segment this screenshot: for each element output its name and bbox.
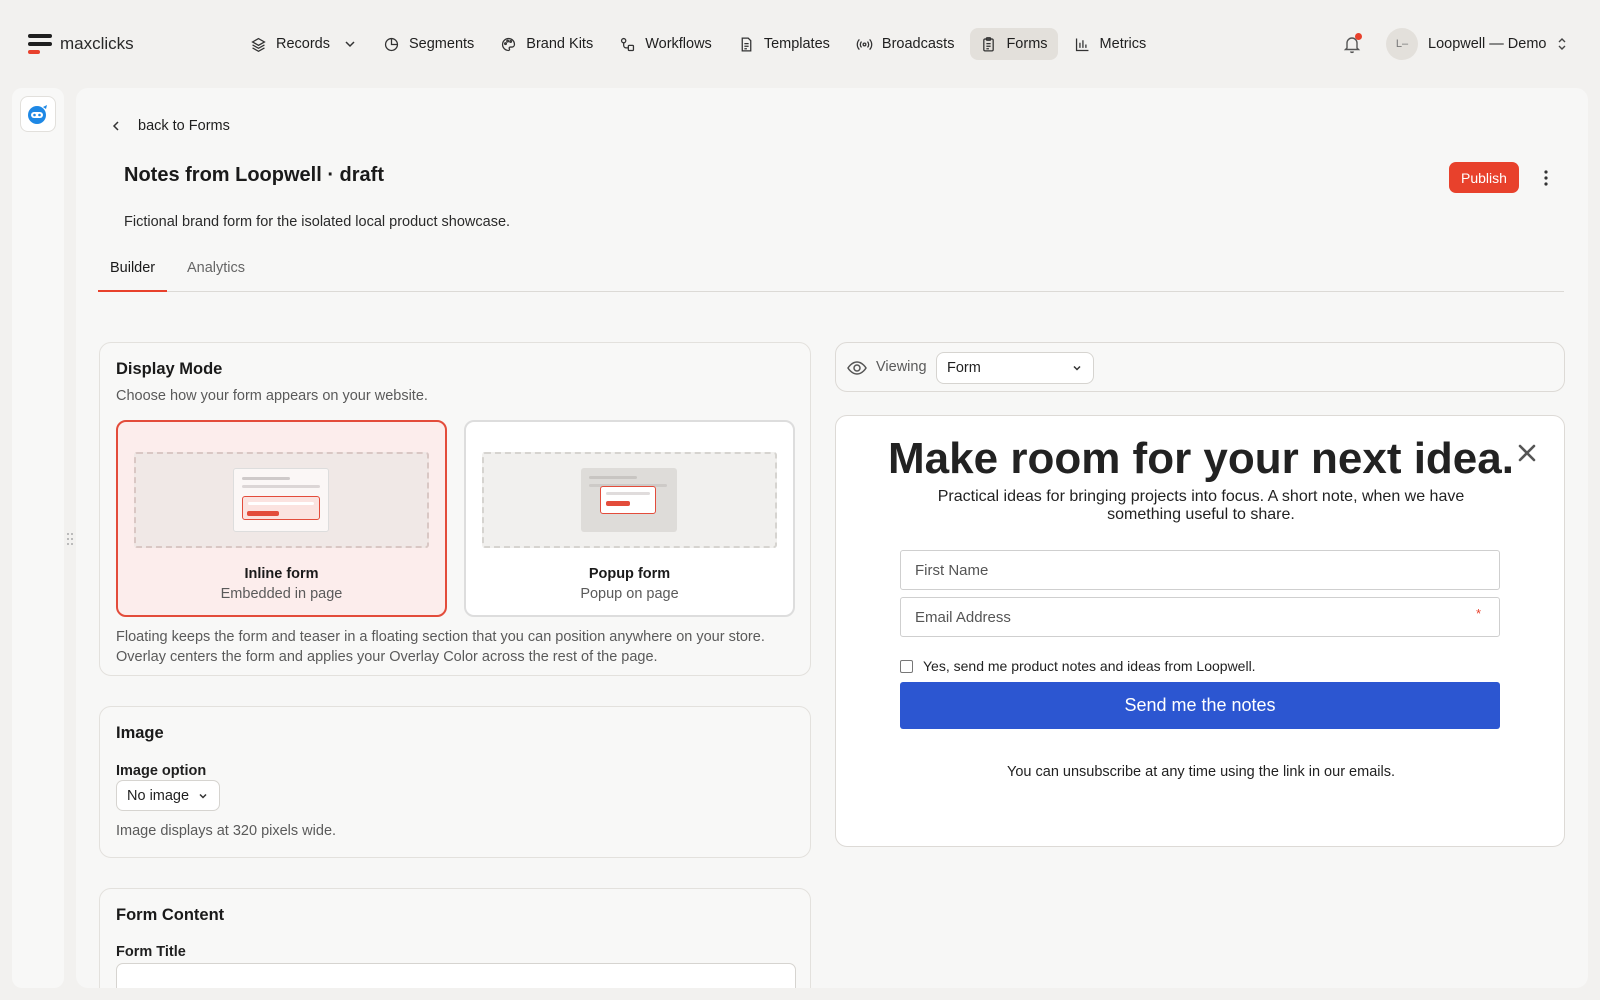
image-card: Image Image option No image Image displa… — [99, 706, 811, 858]
main-nav: Records Segments Brand Kits Workflows Te… — [240, 28, 1156, 60]
palette-icon — [502, 37, 516, 51]
bar-chart-icon — [1075, 38, 1088, 51]
nav-item-label: Metrics — [1099, 36, 1147, 52]
nav-item-label: Broadcasts — [881, 36, 955, 52]
view-select[interactable]: Form — [936, 352, 1094, 384]
tab-analytics[interactable]: Analytics — [175, 260, 257, 292]
required-marker: * — [1476, 606, 1482, 621]
nav-item-label: Workflows — [645, 36, 712, 52]
nav-item-label: Records — [276, 36, 330, 52]
nav-item-label: Brand Kits — [526, 36, 594, 52]
popup-preview-illustration — [482, 452, 777, 548]
account-switcher[interactable]: L– Loopwell — Demo — [1386, 28, 1568, 60]
clipboard-icon — [983, 36, 995, 52]
nav-item-metrics[interactable]: Metrics — [1064, 28, 1157, 60]
card-title: Display Mode — [116, 360, 223, 378]
card-title: Image — [116, 724, 164, 742]
card-subtitle: Choose how your form appears on your web… — [116, 388, 428, 404]
option-label: Inline form — [244, 566, 319, 582]
popup-mini-overlay — [581, 468, 677, 532]
form-preview: Make room for your next idea. Practical … — [835, 415, 1565, 847]
inline-mini-form — [233, 468, 329, 532]
option-sublabel: Popup on page — [580, 586, 679, 602]
back-label: back to Forms — [138, 118, 230, 134]
eye-icon — [847, 361, 867, 375]
preview-title: Make room for your next idea. — [888, 434, 1514, 483]
form-content-card: Form Content Form Title — [99, 888, 811, 988]
resize-handle[interactable] — [66, 532, 74, 546]
nav-item-segments[interactable]: Segments — [373, 28, 484, 60]
tab-builder[interactable]: Builder — [98, 260, 168, 292]
form-title-input[interactable] — [116, 963, 796, 988]
option-label: Popup form — [588, 566, 671, 582]
first-name-field[interactable]: First Name — [900, 550, 1500, 590]
unsubscribe-note: You can unsubscribe at any time using th… — [1007, 764, 1395, 780]
assistant-button[interactable] — [20, 96, 56, 132]
viewing-label: Viewing — [876, 359, 927, 375]
inline-preview-illustration — [134, 452, 429, 548]
image-option-select[interactable]: No image — [116, 780, 221, 811]
submit-button[interactable]: Send me the notes — [900, 682, 1500, 729]
nav-item-brand-kits[interactable]: Brand Kits — [490, 28, 603, 60]
consent-checkbox-row[interactable]: Yes, send me product notes and ideas fro… — [900, 658, 1256, 674]
left-rail — [12, 88, 64, 988]
image-note: Image displays at 320 pixels wide. — [116, 823, 337, 839]
consent-checkbox[interactable] — [900, 659, 913, 673]
tab-bar: Builder Analytics — [98, 248, 1564, 292]
view-select-value: Form — [947, 360, 981, 376]
option-sublabel: Embedded in page — [220, 586, 343, 602]
nav-item-label: Segments — [409, 36, 475, 52]
notification-badge — [1355, 33, 1362, 40]
page-description: Fictional brand form for the isolated lo… — [124, 214, 511, 230]
display-mode-card: Display Mode Choose how your form appear… — [99, 342, 811, 676]
nav-item-label: Forms — [1006, 36, 1048, 52]
main-panel: back to Forms Notes from Loopwell · draf… — [76, 88, 1588, 988]
account-name: Loopwell — Demo — [1428, 36, 1547, 52]
chevron-down-icon — [1073, 365, 1081, 371]
chevron-down-icon — [345, 41, 355, 48]
chevron-updown-icon — [1558, 38, 1566, 50]
back-to-forms-link[interactable]: back to Forms — [110, 118, 230, 134]
pie-icon — [384, 37, 399, 51]
avatar: L– — [1386, 28, 1418, 60]
broadcast-icon — [856, 38, 873, 50]
nav-item-label: Templates — [763, 36, 830, 52]
email-field[interactable]: Email Address — [900, 597, 1500, 637]
card-title: Form Content — [116, 906, 225, 924]
consent-label: Yes, send me product notes and ideas fro… — [923, 658, 1256, 674]
nav-item-templates[interactable]: Templates — [728, 28, 840, 60]
layers-icon — [251, 37, 266, 52]
preview-viewer-bar: Viewing Form — [835, 342, 1565, 392]
page-title: Notes from Loopwell · draft — [124, 164, 384, 186]
workflow-icon — [621, 37, 635, 51]
logo-icon — [28, 34, 52, 54]
chevron-down-icon — [199, 793, 207, 799]
publish-button[interactable]: Publish — [1449, 162, 1519, 193]
document-icon — [741, 36, 752, 52]
preview-description: Practical ideas for bringing projects in… — [937, 488, 1465, 523]
display-mode-note: Floating keeps the form and teaser in a … — [116, 629, 765, 665]
inline-form-option[interactable]: Inline form Embedded in page — [116, 420, 447, 617]
top-navigation: maxclicks Records Segments Brand Kits Wo… — [0, 0, 1600, 88]
form-title-label: Form Title — [116, 944, 186, 960]
chevron-left-icon — [112, 121, 119, 131]
nav-item-records[interactable]: Records — [240, 28, 367, 60]
more-options-icon[interactable] — [1536, 168, 1556, 188]
image-option-label: Image option — [116, 763, 207, 779]
brand-name: maxclicks — [60, 34, 134, 53]
popup-form-option[interactable]: Popup form Popup on page — [464, 420, 795, 617]
logo[interactable]: maxclicks — [28, 34, 134, 54]
image-option-value: No image — [127, 787, 190, 804]
nav-item-workflows[interactable]: Workflows — [609, 28, 722, 60]
robot-icon — [28, 105, 47, 124]
nav-item-broadcasts[interactable]: Broadcasts — [846, 28, 965, 60]
nav-item-forms[interactable]: Forms — [970, 28, 1058, 60]
